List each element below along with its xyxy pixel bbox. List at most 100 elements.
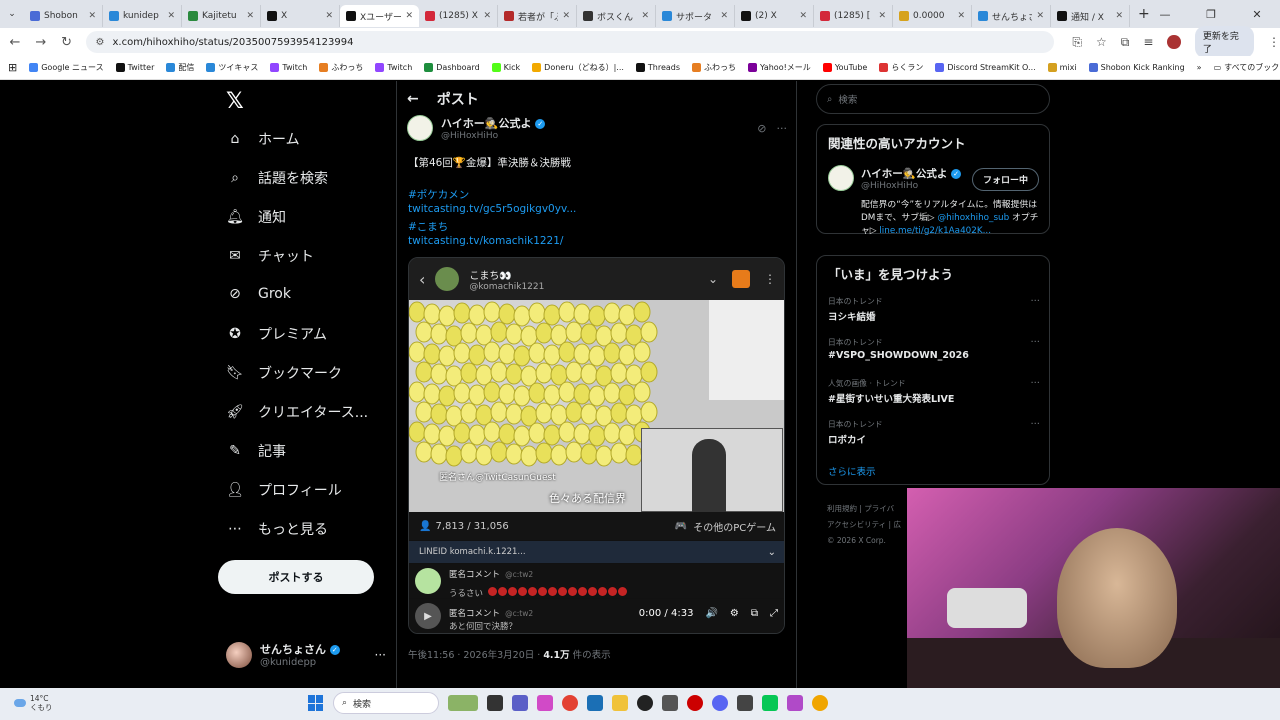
record-icon[interactable] (687, 695, 703, 711)
nav-item[interactable]: ⌂ ホーム (226, 129, 300, 149)
app-icon[interactable] (812, 695, 828, 711)
author-name[interactable]: ハイホー🕵公式よ (441, 117, 531, 130)
browser-tab[interactable]: ボスくん ✕ (577, 5, 656, 27)
copilot-icon[interactable] (537, 695, 553, 711)
reading-list-icon[interactable]: ≡ (1143, 35, 1153, 49)
bookmark-item[interactable]: Kick (491, 62, 520, 73)
maximize-button[interactable]: ❐ (1188, 0, 1234, 28)
menu-icon[interactable]: ⋮ (1268, 35, 1280, 49)
update-button[interactable]: 更新を完了 (1194, 26, 1255, 58)
extensions-icon[interactable]: ⧉ (1121, 35, 1130, 50)
nav-item[interactable]: ⌕ 話題を検索 (226, 168, 328, 188)
folder-icon[interactable] (612, 695, 628, 711)
related-name[interactable]: ハイホー🕵公式よ (861, 168, 947, 180)
bookmark-item[interactable]: Yahoo!メール (748, 62, 811, 73)
close-tab-icon[interactable]: ✕ (641, 11, 649, 21)
widget-image-icon[interactable] (448, 695, 478, 711)
fullscreen-icon[interactable]: ⤢ (770, 608, 778, 619)
footer-line[interactable]: アクセシビリティ | 広 (827, 517, 917, 533)
nav-item[interactable]: 👤︎ プロフィール (226, 480, 342, 500)
bookmarks-more-button[interactable]: » (1197, 63, 1202, 72)
close-tab-icon[interactable]: ✕ (878, 11, 886, 21)
all-bookmarks-button[interactable]: ▭ すべてのブックマーク (1214, 62, 1280, 73)
kebab-menu-icon[interactable]: ⋮ (764, 272, 776, 286)
author-handle[interactable]: @HiHoxHiHo (441, 131, 545, 141)
bookmark-star-icon[interactable]: ☆ (1096, 35, 1107, 49)
bookmark-item[interactable]: ツイキャス (206, 62, 258, 73)
bookmark-item[interactable]: Twitch (375, 62, 412, 73)
nav-item[interactable]: ⋯ もっと見る (226, 519, 328, 539)
bio-link[interactable]: line.me/ti/g2/k1Aa402K... (879, 226, 991, 236)
video-embed[interactable]: ‹ こまち👀 @komachik1221 ⌄ ⋮ 匿名さん@TwitCasunG… (408, 257, 785, 634)
close-tab-icon[interactable]: ✕ (1036, 11, 1044, 21)
bookmark-item[interactable]: Discord StreamKit O... (935, 62, 1036, 73)
browser-tab[interactable]: Kajitetu ✕ (182, 5, 261, 27)
nav-item[interactable]: 🚀︎ クリエイタース... (226, 402, 368, 422)
more-icon[interactable]: ··· (1030, 337, 1040, 348)
chrome-icon[interactable] (562, 695, 578, 711)
more-icon[interactable]: ··· (1030, 378, 1040, 389)
profile-avatar[interactable] (1167, 35, 1181, 49)
calculator-icon[interactable] (662, 695, 678, 711)
close-tab-icon[interactable]: ✕ (88, 11, 96, 21)
app-icon[interactable] (787, 695, 803, 711)
bio-link[interactable]: @hihoxhiho_sub (937, 213, 1009, 223)
account-switcher[interactable]: せんちょさん ✓ @kunidepp ··· (226, 641, 386, 668)
bookmark-item[interactable]: らくラン (879, 62, 923, 73)
more-icon[interactable]: ··· (1030, 419, 1040, 430)
more-icon[interactable]: ··· (777, 122, 788, 135)
browser-tab[interactable]: 若者が「ふ ✕ (498, 5, 577, 27)
search-input[interactable]: ⌕ 検索 (816, 84, 1050, 114)
browser-tab[interactable]: X ✕ (261, 5, 340, 27)
weather-widget[interactable]: 14°C くもり (14, 694, 53, 712)
bookmark-item[interactable]: Dashboard (424, 62, 480, 73)
trend-item[interactable]: 日本のトレンド ヨシキ結婚 ··· (828, 296, 1040, 323)
reload-icon[interactable]: ↻ (60, 35, 74, 50)
browser-tab[interactable]: (2) X ✕ (735, 5, 814, 27)
close-window-button[interactable]: ✕ (1234, 0, 1280, 28)
play-icon[interactable]: ▶ (415, 603, 441, 629)
site-info-icon[interactable]: ⚙ (96, 37, 105, 48)
hashtag-link[interactable]: #こまち (408, 219, 448, 234)
browser-tab[interactable]: kunidep ✕ (103, 5, 182, 27)
close-tab-icon[interactable]: ✕ (1115, 11, 1123, 21)
more-icon[interactable]: ··· (1030, 296, 1040, 307)
browser-tab[interactable]: 通知 / X ✕ (1051, 5, 1130, 27)
trend-item[interactable]: 日本のトレンド ロボカイ ··· (828, 419, 1040, 446)
more-options-icon[interactable]: ··· (375, 648, 386, 662)
bookmark-item[interactable]: ふわっち (319, 62, 363, 73)
volume-icon[interactable]: 🔊 (705, 608, 717, 619)
following-button[interactable]: フォロー中 (971, 168, 1039, 191)
settings-icon[interactable]: ⚙ (730, 608, 739, 619)
close-tab-icon[interactable]: ✕ (799, 11, 807, 21)
task-view-icon[interactable] (487, 695, 503, 711)
close-tab-icon[interactable]: ✕ (167, 11, 175, 21)
line-id-bar[interactable]: LINEID komachi.k.1221... ⌄ (409, 541, 784, 563)
url-link[interactable]: twitcasting.tv/gc5r5ogikgv0yv... (408, 203, 576, 215)
related-avatar[interactable] (828, 165, 854, 191)
close-tab-icon[interactable]: ✕ (325, 11, 333, 21)
back-icon[interactable]: ← (8, 35, 22, 50)
bookmark-item[interactable]: Shobon Kick Ranking (1088, 62, 1185, 73)
bookmark-item[interactable]: mixi (1047, 62, 1077, 73)
taskbar-search[interactable]: ⌕ 検索 (333, 692, 439, 714)
url-link[interactable]: twitcasting.tv/komachik1221/ (408, 235, 563, 247)
crown-icon[interactable] (732, 270, 750, 288)
browser-tab[interactable]: サポータ ✕ (656, 5, 735, 27)
bookmark-item[interactable]: 配信 (166, 62, 194, 73)
nav-item[interactable]: ✉ チャット (226, 246, 314, 266)
pip-icon[interactable]: ⧉ (751, 608, 758, 619)
apps-icon[interactable]: ⊞ (8, 61, 17, 74)
close-tab-icon[interactable]: ✕ (720, 11, 728, 21)
nav-item[interactable]: ✪ プレミアム (226, 324, 327, 344)
author-avatar[interactable] (407, 115, 433, 141)
nav-item[interactable]: ⊘ Grok (226, 285, 291, 303)
url-input[interactable]: ⚙ x.com/hihoxhiho/status/203500759395412… (85, 31, 1055, 53)
nav-item[interactable]: 🔔︎ 通知 (226, 207, 286, 227)
browser-tab[interactable]: (1285) X ✕ (419, 5, 498, 27)
tab-list-button[interactable]: ⌄ (0, 9, 24, 19)
bookmark-item[interactable]: Doneru（どねる）|... (532, 62, 624, 73)
app-icon[interactable] (737, 695, 753, 711)
hashtag-link[interactable]: #ポケカメン (408, 187, 469, 202)
obs-icon[interactable] (637, 695, 653, 711)
